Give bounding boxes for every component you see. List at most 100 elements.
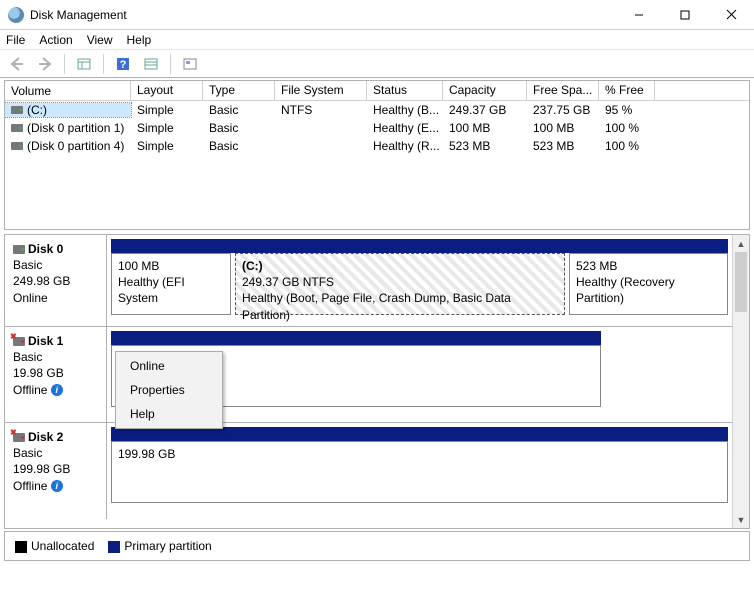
info-icon[interactable]: i	[51, 480, 63, 492]
drive-icon	[11, 124, 23, 132]
menu-view[interactable]: View	[87, 33, 113, 47]
menu-help[interactable]: Help	[127, 33, 152, 47]
back-button[interactable]	[6, 53, 28, 75]
swatch-primary	[108, 541, 120, 553]
partition-box[interactable]: (C:) 249.37 GB NTFS Healthy (Boot, Page …	[235, 253, 565, 315]
scroll-thumb[interactable]	[735, 252, 747, 312]
close-button[interactable]	[708, 0, 754, 30]
properties-button[interactable]	[179, 53, 201, 75]
disk-header[interactable]: Disk 2 Basic 199.98 GB Offline i	[5, 423, 107, 519]
menu-item-properties[interactable]: Properties	[116, 378, 222, 402]
list-view-button[interactable]	[140, 53, 162, 75]
volume-cap: 100 MB	[443, 121, 527, 135]
disk-state: Offline	[13, 479, 47, 493]
disk-name: Disk 1	[28, 333, 63, 349]
scroll-down-icon[interactable]: ▼	[733, 511, 749, 528]
toolbar-separator	[103, 54, 104, 74]
swatch-unallocated	[15, 541, 27, 553]
volume-type: Basic	[203, 139, 275, 153]
volume-name: (C:)	[27, 103, 47, 117]
partition-box[interactable]: 199.98 GB	[111, 441, 728, 503]
disk-size: 199.98 GB	[13, 461, 98, 477]
window-title: Disk Management	[30, 8, 616, 22]
menu-action[interactable]: Action	[39, 33, 72, 47]
menu-item-online[interactable]: Online	[116, 354, 222, 378]
partition-strip	[111, 427, 728, 441]
col-spacer	[655, 81, 749, 100]
disk-header[interactable]: Disk 1 Basic 19.98 GB Offline i	[5, 327, 107, 422]
partition-name: (C:)	[242, 258, 558, 274]
col-filesystem[interactable]: File System	[275, 81, 367, 100]
partition-desc: Healthy (EFI System	[118, 274, 224, 306]
volume-pct: 95 %	[599, 103, 655, 117]
col-free-space[interactable]: Free Spa...	[527, 81, 599, 100]
partition-strip	[111, 239, 728, 253]
col-capacity[interactable]: Capacity	[443, 81, 527, 100]
volume-type: Basic	[203, 121, 275, 135]
disk-icon	[13, 337, 25, 346]
maximize-button[interactable]	[662, 0, 708, 30]
forward-button[interactable]	[34, 53, 56, 75]
col-volume[interactable]: Volume	[5, 81, 131, 100]
col-layout[interactable]: Layout	[131, 81, 203, 100]
title-bar: Disk Management	[0, 0, 754, 30]
volume-list: Volume Layout Type File System Status Ca…	[4, 80, 750, 230]
col-pct-free[interactable]: % Free	[599, 81, 655, 100]
volume-pct: 100 %	[599, 121, 655, 135]
partition-size: 249.37 GB NTFS	[242, 274, 558, 290]
info-icon[interactable]: i	[51, 384, 63, 396]
disk-name: Disk 0	[28, 241, 63, 257]
app-icon	[8, 7, 24, 23]
partition-strip	[111, 331, 601, 345]
disk-body: 199.98 GB	[107, 423, 732, 519]
volume-pct: 100 %	[599, 139, 655, 153]
settings-button[interactable]	[73, 53, 95, 75]
disk-type: Basic	[13, 445, 98, 461]
partition-box[interactable]: 100 MB Healthy (EFI System	[111, 253, 231, 315]
partition-size: 100 MB	[118, 258, 224, 274]
volume-status: Healthy (E...	[367, 121, 443, 135]
disk-name: Disk 2	[28, 429, 63, 445]
menu-bar: File Action View Help	[0, 30, 754, 50]
drive-icon	[11, 142, 23, 150]
volume-status: Healthy (B...	[367, 103, 443, 117]
toolbar-separator	[64, 54, 65, 74]
volume-row[interactable]: (Disk 0 partition 1) Simple Basic Health…	[5, 119, 749, 137]
col-type[interactable]: Type	[203, 81, 275, 100]
legend-primary: Primary partition	[124, 539, 211, 553]
volume-cap: 523 MB	[443, 139, 527, 153]
partition-desc: Healthy (Boot, Page File, Crash Dump, Ba…	[242, 290, 558, 322]
help-button[interactable]: ?	[112, 53, 134, 75]
legend: Unallocated Primary partition	[4, 531, 750, 561]
context-menu: Online Properties Help	[115, 351, 223, 429]
partition-size: 199.98 GB	[118, 446, 721, 462]
minimize-button[interactable]	[616, 0, 662, 30]
disk-state: Offline	[13, 383, 47, 397]
volume-row[interactable]: (C:) Simple Basic NTFS Healthy (B... 249…	[5, 101, 749, 119]
drive-icon	[11, 106, 23, 114]
partition-desc: Healthy (Recovery Partition)	[576, 274, 721, 306]
disk-header[interactable]: Disk 0 Basic 249.98 GB Online	[5, 235, 107, 326]
volume-free: 523 MB	[527, 139, 599, 153]
disk-body: 100 MB Healthy (EFI System (C:) 249.37 G…	[107, 235, 732, 326]
disk-icon	[13, 433, 25, 442]
volume-free: 237.75 GB	[527, 103, 599, 117]
volume-layout: Simple	[131, 103, 203, 117]
col-status[interactable]: Status	[367, 81, 443, 100]
volume-header-row: Volume Layout Type File System Status Ca…	[5, 81, 749, 101]
scroll-up-icon[interactable]: ▲	[733, 235, 749, 252]
partition-box[interactable]: 523 MB Healthy (Recovery Partition)	[569, 253, 728, 315]
volume-name: (Disk 0 partition 4)	[27, 139, 124, 153]
menu-item-help[interactable]: Help	[116, 402, 222, 426]
volume-free: 100 MB	[527, 121, 599, 135]
vertical-scrollbar[interactable]: ▲ ▼	[732, 235, 749, 528]
volume-name: (Disk 0 partition 1)	[27, 121, 124, 135]
disk-state: Online	[13, 290, 98, 306]
toolbar: ?	[0, 50, 754, 78]
menu-file[interactable]: File	[6, 33, 25, 47]
toolbar-separator	[170, 54, 171, 74]
volume-type: Basic	[203, 103, 275, 117]
disk-size: 19.98 GB	[13, 365, 98, 381]
svg-text:?: ?	[120, 59, 127, 71]
volume-row[interactable]: (Disk 0 partition 4) Simple Basic Health…	[5, 137, 749, 155]
